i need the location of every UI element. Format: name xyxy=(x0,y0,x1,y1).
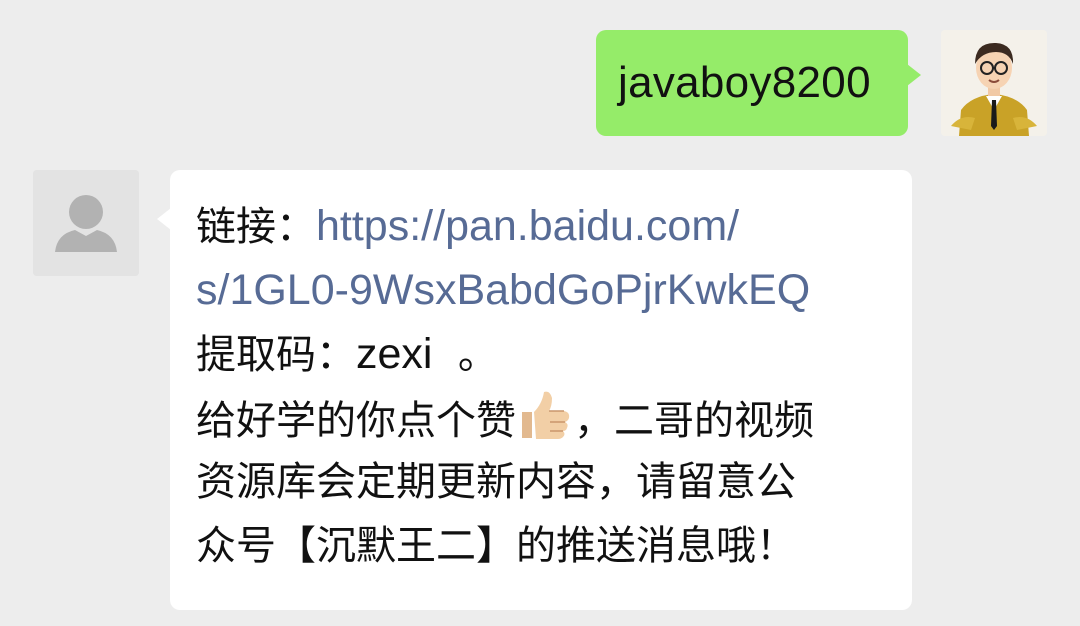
sent-message-text: javaboy8200 xyxy=(618,58,871,107)
extract-code-label: 提取码： xyxy=(196,332,356,378)
cartoon-person-icon xyxy=(941,30,1047,136)
share-link-part1[interactable]: https://pan.baidu.com/ xyxy=(316,202,739,250)
friend-avatar[interactable] xyxy=(33,170,139,276)
chat-window: javaboy8200 链接：https://pan.baidu.com/ s/… xyxy=(0,0,1080,626)
default-user-icon xyxy=(33,170,139,276)
extract-code-line: 提取码：zexi 。 xyxy=(196,322,892,386)
link-line-1: 链接：https://pan.baidu.com/ xyxy=(196,194,892,258)
message-line-4: 给好学的你点个赞 ，二哥的视频 xyxy=(196,386,892,450)
message-line-4-part2: ，二哥的视频 xyxy=(574,398,814,444)
message-line-5: 资源库会定期更新内容，请留意公 xyxy=(196,459,796,505)
extract-code-suffix: 。 xyxy=(432,332,498,378)
message-line-6: 众号【沉默王二】的推送消息哦！ xyxy=(196,523,796,569)
link-prefix: 链接： xyxy=(196,204,316,250)
sent-message-bubble[interactable]: javaboy8200 xyxy=(596,30,921,136)
message-line-4-part1: 给好学的你点个赞 xyxy=(196,398,516,444)
my-avatar[interactable] xyxy=(941,30,1047,136)
thumbs-up-icon xyxy=(522,391,570,439)
share-link-part2[interactable]: s/1GL0-9WsxBabdGoPjrKwkEQ xyxy=(196,266,810,314)
received-message-bubble[interactable]: 链接：https://pan.baidu.com/ s/1GL0-9WsxBab… xyxy=(157,170,912,610)
extract-code-value: zexi xyxy=(356,330,433,378)
link-line-2: s/1GL0-9WsxBabdGoPjrKwkEQ xyxy=(196,258,892,322)
